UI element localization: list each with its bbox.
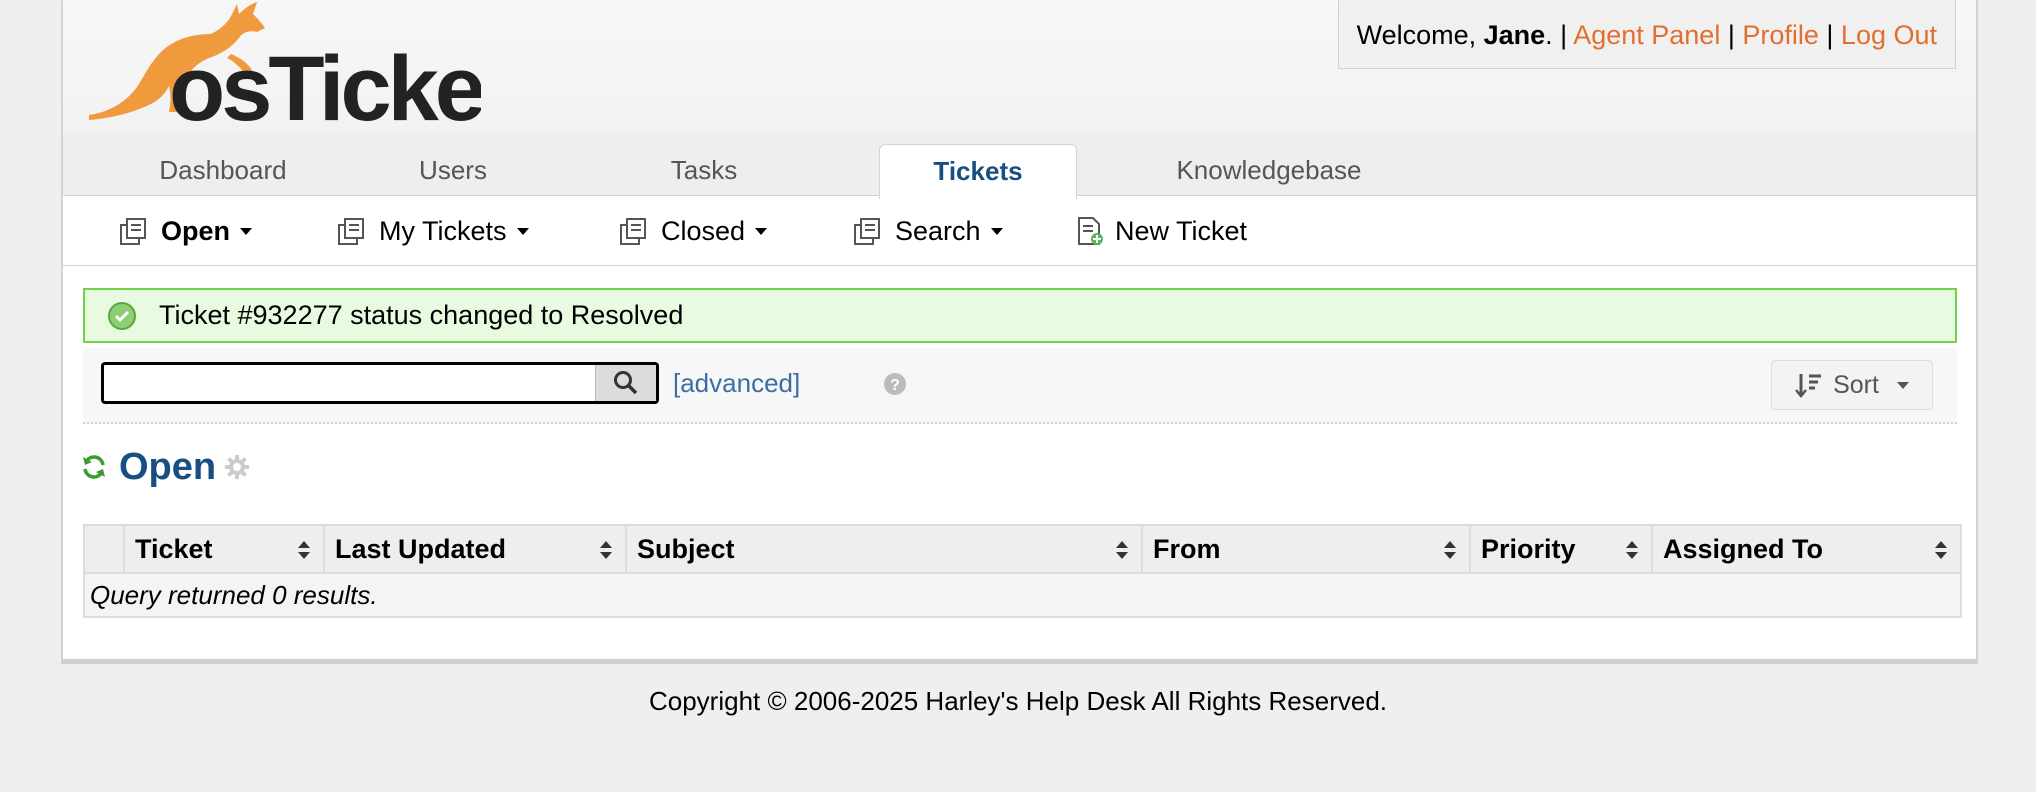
tickets-icon	[338, 218, 364, 245]
column-label: Priority	[1481, 533, 1576, 564]
tickets-icon	[620, 218, 646, 245]
subnav-closed[interactable]: Closed	[619, 196, 768, 266]
column-label: Assigned To	[1663, 533, 1824, 564]
user-name: Jane	[1483, 20, 1546, 50]
svg-text:?: ?	[890, 377, 900, 394]
table-row: Query returned 0 results.	[83, 572, 1962, 618]
table-header-row: Ticket Last Updated Subject From Priorit…	[83, 524, 1962, 574]
subnav-my-tickets[interactable]: My Tickets	[337, 196, 529, 266]
column-ticket[interactable]: Ticket	[123, 524, 325, 574]
sort-arrows-icon	[1444, 541, 1456, 559]
sort-arrows-icon	[1626, 541, 1638, 559]
sort-button[interactable]: Sort	[1771, 360, 1933, 410]
column-label: Ticket	[135, 533, 213, 564]
new-ticket-icon	[1078, 217, 1103, 245]
check-circle-icon	[108, 301, 136, 330]
osticket-logo[interactable]: osTicket	[81, 0, 481, 128]
tab-dashboard[interactable]: Dashboard	[123, 144, 323, 196]
column-subject[interactable]: Subject	[625, 524, 1143, 574]
agent-panel-link[interactable]: Agent Panel	[1573, 20, 1720, 50]
chevron-down-icon	[990, 227, 1003, 235]
refresh-icon[interactable]	[81, 454, 107, 480]
column-label: Subject	[637, 533, 735, 564]
subnav-my-tickets-label: My Tickets	[379, 215, 507, 246]
column-label: From	[1153, 533, 1221, 564]
select-all-column[interactable]	[83, 524, 125, 574]
welcome-prefix: Welcome,	[1356, 20, 1484, 50]
svg-text:osTicket: osTicket	[169, 38, 481, 128]
chevron-down-icon	[755, 227, 768, 235]
search-button[interactable]	[595, 365, 656, 401]
subnav-new-ticket-label: New Ticket	[1115, 215, 1248, 246]
subnav-search[interactable]: Search	[853, 196, 1003, 266]
sort-arrows-icon	[1935, 541, 1947, 559]
help-icon[interactable]: ?	[883, 372, 907, 396]
separator: |	[1720, 20, 1743, 50]
user-info-box: Welcome, Jane. | Agent Panel | Profile |…	[1337, 0, 1956, 69]
subnav-open-label: Open	[161, 215, 231, 246]
logout-link[interactable]: Log Out	[1841, 20, 1937, 50]
tickets-table: Ticket Last Updated Subject From Priorit…	[83, 524, 1962, 618]
main-nav: Dashboard Users Tasks Tickets Knowledgeb…	[63, 134, 1976, 199]
sort-icon	[1795, 374, 1822, 398]
advanced-search-link[interactable]: [advanced]	[673, 362, 800, 404]
gear-icon[interactable]	[224, 454, 250, 480]
tab-tickets[interactable]: Tickets	[879, 144, 1077, 199]
tab-knowledgebase[interactable]: Knowledgebase	[1149, 144, 1389, 196]
tickets-icon	[854, 218, 880, 245]
tickets-icon	[120, 218, 146, 245]
sort-arrows-icon	[1116, 541, 1128, 559]
tab-users[interactable]: Users	[373, 144, 533, 196]
sub-nav: Open My Tickets Closed Search New Ticket	[63, 196, 1976, 266]
search-box	[101, 362, 659, 404]
column-priority[interactable]: Priority	[1469, 524, 1653, 574]
subnav-new-ticket[interactable]: New Ticket	[1075, 196, 1247, 266]
subnav-open[interactable]: Open	[119, 196, 253, 266]
chevron-down-icon	[1896, 381, 1909, 389]
main-container: osTicket Welcome, Jane. | Agent Panel | …	[61, 0, 1978, 664]
empty-results-message: Query returned 0 results.	[83, 572, 1962, 618]
success-message: Ticket #932277 status changed to Resolve…	[83, 288, 1957, 343]
separator: |	[1818, 20, 1841, 50]
chevron-down-icon	[516, 227, 529, 235]
column-label: Last Updated	[335, 533, 507, 564]
search-icon	[614, 371, 638, 395]
subnav-search-label: Search	[895, 215, 981, 246]
success-message-text: Ticket #932277 status changed to Resolve…	[159, 300, 684, 330]
column-last-updated[interactable]: Last Updated	[323, 524, 627, 574]
tab-tasks[interactable]: Tasks	[629, 144, 779, 196]
sort-arrows-icon	[600, 541, 612, 559]
sort-arrows-icon	[298, 541, 310, 559]
header: osTicket Welcome, Jane. | Agent Panel | …	[63, 0, 1976, 134]
column-assigned-to[interactable]: Assigned To	[1651, 524, 1962, 574]
chevron-down-icon	[240, 227, 253, 235]
page-title: Open	[119, 445, 217, 488]
welcome-suffix: . |	[1545, 20, 1574, 50]
search-input[interactable]	[110, 369, 574, 399]
subnav-closed-label: Closed	[661, 215, 746, 246]
column-from[interactable]: From	[1141, 524, 1471, 574]
profile-link[interactable]: Profile	[1742, 20, 1819, 50]
search-bar: [advanced] ? Sort	[83, 348, 1957, 424]
sort-label: Sort	[1833, 370, 1879, 399]
footer-copyright: Copyright © 2006-2025 Harley's Help Desk…	[648, 686, 1388, 716]
list-header: Open	[81, 442, 250, 492]
